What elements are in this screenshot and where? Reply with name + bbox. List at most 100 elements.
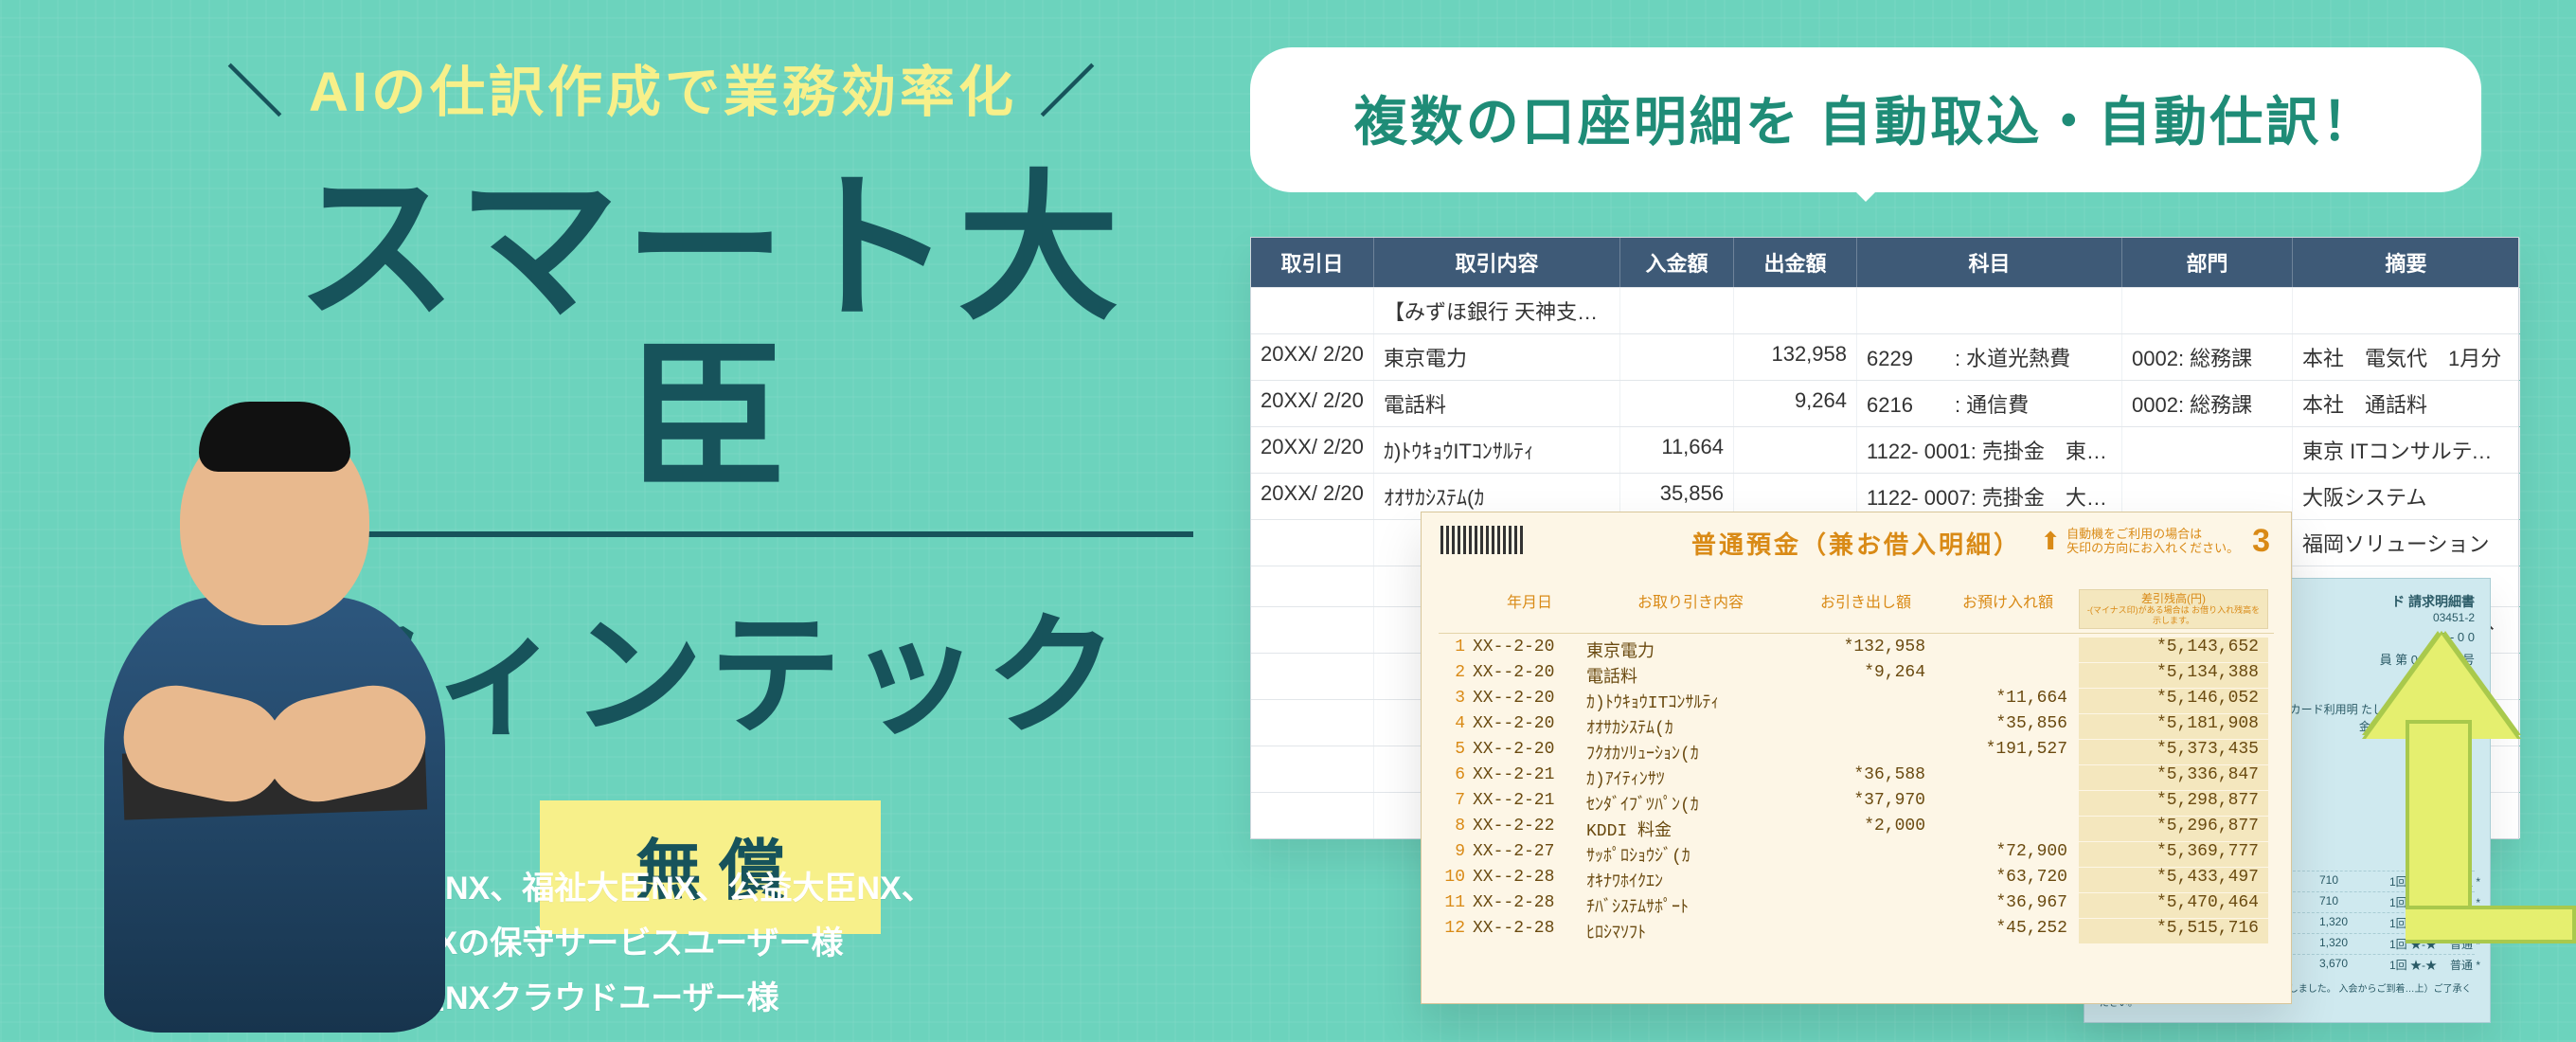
col-summary: 摘要 [2293, 238, 2520, 287]
pb-cell-balance: *5,336,847 [2079, 765, 2268, 790]
speech-bubble: 複数の口座明細を 自動取込・自動仕訳！ [1250, 47, 2481, 192]
tagline: ＼AIの仕訳作成で業務効率化／ [133, 47, 1193, 127]
pb-cell-date: XX--2-20 [1473, 638, 1586, 662]
bs-cell: 普通 * [2450, 957, 2507, 973]
cell-date [1251, 566, 1374, 606]
pb-cell-idx: 12 [1439, 919, 1473, 943]
pb-cell-deposit: *35,856 [1937, 714, 2079, 739]
pb-cell-desc: ﾁﾊﾞｼｽﾃﾑｻﾎﾟｰﾄ [1586, 893, 1795, 918]
table-row: 20XX/ 2/20電話料9,2646216 : 通信費0002: 総務課本社 … [1251, 380, 2518, 426]
pb-cell-withdraw [1795, 893, 1937, 918]
pb-cell-withdraw: *9,264 [1795, 663, 1937, 688]
pb-cell-balance: *5,181,908 [2079, 714, 2268, 739]
pb-cell-desc: ｵｷﾅﾜﾎｲｸｴﾝ [1586, 868, 1795, 892]
pb-cell-balance: *5,146,052 [2079, 689, 2268, 713]
pb-cell-idx: 8 [1439, 817, 1473, 841]
bs-cell: 710 [2319, 873, 2386, 889]
tagline-text: AIの仕訳作成で業務効率化 [309, 62, 1017, 123]
passbook-row: 9XX--2-27ｻｯﾎﾟﾛｼｮｳｼﾞ(ｶ*72,900*5,369,777 [1439, 842, 2274, 868]
pb-cell-balance: *5,134,388 [2079, 663, 2268, 688]
pb-cell-balance: *5,515,716 [2079, 919, 2268, 943]
col-account: 科目 [1857, 238, 2122, 287]
bs-cell: 1回 ★一括 [2389, 894, 2446, 910]
pb-cell-withdraw: *37,970 [1795, 791, 1937, 816]
pb-col-balance: 差引残高(円) -(マイナス印)がある場合は お借り入れ残高を示します。 [2079, 589, 2268, 629]
cell-deposit [1620, 334, 1734, 380]
bs-cell: 1回 ★-★ [2389, 915, 2446, 931]
cell-date [1251, 746, 1374, 792]
pb-cell-withdraw: *36,588 [1795, 765, 1937, 790]
passbook-row: 12XX--2-28ﾋﾛｼﾏｿﾌﾄ*45,252*5,515,716 [1439, 919, 2274, 944]
pb-col-desc: お取り引き内容 [1586, 589, 1795, 629]
passbook-page-number: 3 [2252, 522, 2270, 561]
pb-cell-desc: ｻｯﾎﾟﾛｼｮｳｼﾞ(ｶ [1586, 842, 1795, 867]
cell-content: 電話料 [1374, 381, 1620, 426]
cell-date [1251, 700, 1374, 746]
pb-cell-date: XX--2-28 [1473, 893, 1586, 918]
pb-cell-desc: ｾﾝﾀﾞｲﾌﾞﾂﾊﾟﾝ(ｶ [1586, 791, 1795, 816]
pb-cell-withdraw [1795, 842, 1937, 867]
pb-cell-date: XX--2-27 [1473, 842, 1586, 867]
pb-cell-deposit: *11,664 [1937, 689, 2079, 713]
col-deposit: 入金額 [1620, 238, 1734, 287]
cell-summary: 本社 通話料 [2293, 381, 2520, 426]
pb-cell-deposit: *36,967 [1937, 893, 2079, 918]
pb-cell-date: XX--2-20 [1473, 689, 1586, 713]
cell-content: 東京電力 [1374, 334, 1620, 380]
passbook-insert-note: ⬆ 自動機をご利用の場合は 矢印の方向にお入れください。 3 [2040, 522, 2270, 561]
barcode-icon [1440, 526, 1526, 554]
bs-cell: 普通 * [2450, 915, 2507, 931]
passbook-row: 7XX--2-21ｾﾝﾀﾞｲﾌﾞﾂﾊﾟﾝ(ｶ*37,970*5,298,877 [1439, 791, 2274, 817]
pb-col-withdraw: お引き出し額 [1795, 589, 1937, 629]
pb-cell-date: XX--2-20 [1473, 740, 1586, 764]
pb-cell-desc: ｶ)ｱｲﾃｨﾝｻﾂ [1586, 765, 1795, 790]
cell-account: 6229 : 水道光熱費 [1857, 334, 2122, 380]
passbook-header-row: 年月日 お取り引き内容 お引き出し額 お預け入れ額 差引残高(円) -(マイナス… [1439, 587, 2274, 634]
pb-cell-idx: 7 [1439, 791, 1473, 816]
cell-summary: 大阪システム [2293, 474, 2520, 519]
pb-cell-idx: 5 [1439, 740, 1473, 764]
bs-cell: 普通 * [2450, 936, 2507, 952]
cell-withdraw [1734, 288, 1857, 333]
cell-withdraw: 132,958 [1734, 334, 1857, 380]
passbook-row: 6XX--2-21ｶ)ｱｲﾃｨﾝｻﾂ*36,588*5,336,847 [1439, 765, 2274, 791]
cell-date [1251, 288, 1374, 333]
passbook-card: 普通預金（兼お借入明細） ⬆ 自動機をご利用の場合は 矢印の方向にお入れください… [1421, 512, 2292, 1004]
pb-cell-balance: *5,296,877 [2079, 817, 2268, 841]
pb-cell-date: XX--2-20 [1473, 714, 1586, 739]
speech-bubble-text: 複数の口座明細を 自動取込・自動仕訳！ [1269, 80, 2462, 156]
cell-deposit [1620, 381, 1734, 426]
passbook-row: 8XX--2-22KDDI 料金*2,000*5,296,877 [1439, 817, 2274, 842]
cell-dept [2122, 288, 2293, 333]
cell-date: 20XX/ 2/20 [1251, 381, 1374, 426]
credit-statement-number: 員 第 0 0 0 0 0 号 [2380, 650, 2475, 668]
pb-cell-desc: ｶ)ﾄｳｷｮｳITｺﾝｻﾙﾃｨ [1586, 689, 1795, 713]
pb-cell-idx: 10 [1439, 868, 1473, 892]
bs-cell: 1回 ★-★ [2389, 936, 2446, 952]
cell-date [1251, 654, 1374, 699]
passbook-row: 11XX--2-28ﾁﾊﾞｼｽﾃﾑｻﾎﾟｰﾄ *36,967*5,470,464 [1439, 893, 2274, 919]
pb-cell-idx: 1 [1439, 638, 1473, 662]
pb-cell-desc: ｵｵｻｶｼｽﾃﾑ(ｶ [1586, 714, 1795, 739]
cell-withdraw [1734, 427, 1857, 473]
pb-cell-deposit [1937, 663, 2079, 688]
passbook-note-line: 矢印の方向にお入れください。 [2066, 541, 2239, 556]
cell-deposit: 11,664 [1620, 427, 1734, 473]
pb-cell-balance: *5,373,435 [2079, 740, 2268, 764]
pb-cell-deposit [1937, 791, 2079, 816]
cell-content: ｶ)ﾄｳｷｮｳITｺﾝｻﾙﾃｨ [1374, 427, 1620, 473]
pb-cell-desc: ﾌｸｵｶｿﾘｭｰｼｮﾝ(ｶ [1586, 740, 1795, 764]
bs-cell: 3,670 [2319, 957, 2386, 973]
pb-cell-idx: 11 [1439, 893, 1473, 918]
bs-cell: 710 [2319, 894, 2386, 910]
mascot-illustration [66, 407, 483, 1033]
pb-col-deposit: お預け入れ額 [1937, 589, 2079, 629]
col-withdraw: 出金額 [1734, 238, 1857, 287]
cell-account [1857, 288, 2122, 333]
cell-date [1251, 607, 1374, 653]
cell-deposit [1620, 288, 1734, 333]
pb-cell-desc: KDDI 料金 [1586, 817, 1795, 841]
pb-cell-balance: *5,470,464 [2079, 893, 2268, 918]
cell-summary: 福岡ソリューション [2293, 520, 2520, 566]
pb-cell-withdraw [1795, 868, 1937, 892]
